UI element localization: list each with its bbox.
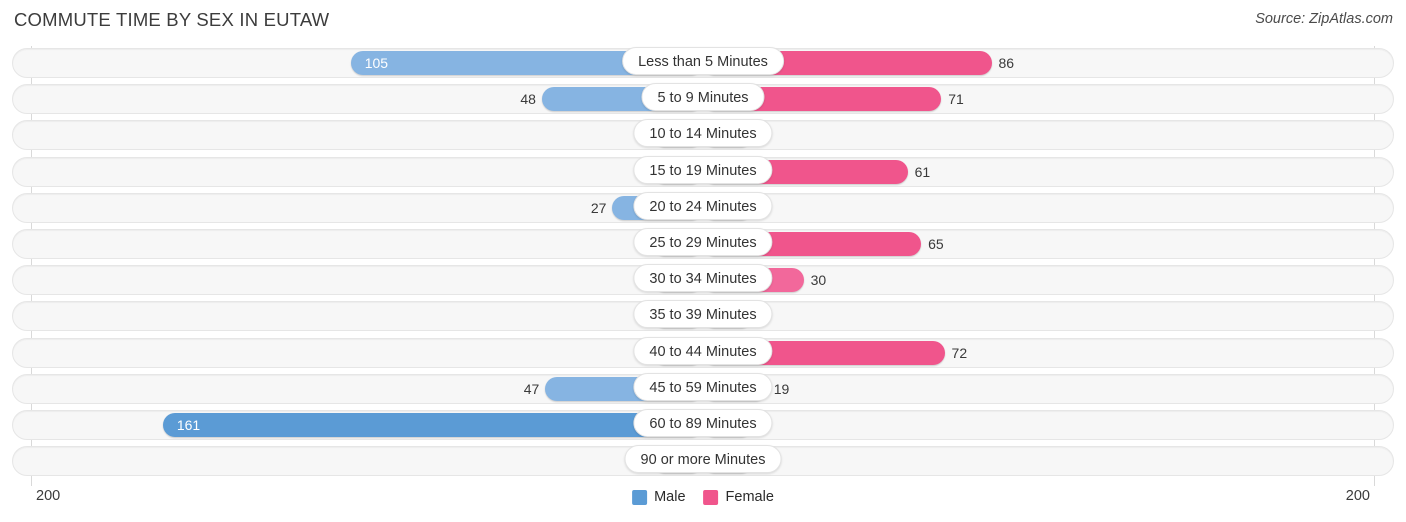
value-label-male: 105 bbox=[364, 55, 389, 71]
category-label: 60 to 89 Minutes bbox=[633, 408, 773, 437]
legend-swatch-icon bbox=[632, 489, 648, 505]
value-label-male: 48 bbox=[520, 91, 536, 108]
category-label: 30 to 34 Minutes bbox=[633, 264, 773, 293]
value-label-male: 161 bbox=[176, 416, 201, 433]
chart-row: 161060 to 89 Minutes bbox=[0, 408, 1406, 444]
bar-male bbox=[162, 412, 703, 437]
chart-row: 06115 to 19 Minutes bbox=[0, 155, 1406, 191]
category-label: 5 to 9 Minutes bbox=[641, 83, 765, 112]
category-label: 15 to 19 Minutes bbox=[633, 155, 773, 184]
chart-row: 105 86 Less than 5 Minutes bbox=[0, 46, 1406, 82]
chart-footer: 200 Male Female 200 bbox=[0, 484, 1406, 522]
value-label-female: 19 bbox=[773, 380, 790, 397]
value-label-male: 47 bbox=[523, 380, 540, 397]
category-label: Less than 5 Minutes bbox=[622, 47, 784, 75]
value-label-female: 72 bbox=[951, 344, 968, 361]
chart-row: 07240 to 44 Minutes bbox=[0, 336, 1406, 372]
chart-row: 0090 or more Minutes bbox=[0, 444, 1406, 480]
chart-row: 27020 to 24 Minutes bbox=[0, 191, 1406, 227]
chart-row: 33030 to 34 Minutes bbox=[0, 263, 1406, 299]
chart-row: 48 71 5 to 9 Minutes bbox=[0, 82, 1406, 118]
value-label-female: 30 bbox=[810, 272, 827, 289]
category-label: 45 to 59 Minutes bbox=[633, 372, 773, 401]
legend-label: Male bbox=[654, 489, 686, 505]
axis-max-left: 200 bbox=[36, 488, 61, 504]
chart-header: COMMUTE TIME BY SEX IN EUTAW Source: Zip… bbox=[0, 0, 1406, 40]
value-label-male: 27 bbox=[590, 199, 607, 216]
chart-plot-area: 105 86 Less than 5 Minutes 48 71 5 to 9 Minut… bbox=[0, 46, 1406, 486]
category-label: 10 to 14 Minutes bbox=[633, 119, 773, 148]
value-label-female: 61 bbox=[914, 163, 931, 180]
source-attribution: Source: ZipAtlas.com bbox=[1255, 11, 1393, 27]
value-label-female: 71 bbox=[948, 91, 964, 108]
category-label: 25 to 29 Minutes bbox=[633, 227, 773, 256]
legend-swatch-icon bbox=[703, 489, 719, 505]
legend-item[interactable]: Female bbox=[703, 489, 774, 505]
chart-row: 47 19 45 to 59 Minutes bbox=[0, 372, 1406, 408]
value-label-female: 86 bbox=[998, 55, 1015, 71]
chart-legend: Male Female bbox=[632, 489, 774, 505]
category-label: 40 to 44 Minutes bbox=[633, 336, 773, 365]
chart-row: 0010 to 14 Minutes bbox=[0, 118, 1406, 154]
legend-label: Female bbox=[725, 489, 774, 505]
category-label: 90 or more Minutes bbox=[624, 445, 782, 474]
category-label: 20 to 24 Minutes bbox=[633, 191, 773, 220]
page-title: COMMUTE TIME BY SEX IN EUTAW bbox=[14, 9, 330, 30]
legend-item[interactable]: Male bbox=[632, 489, 686, 505]
chart-row: 06525 to 29 Minutes bbox=[0, 227, 1406, 263]
value-label-female: 65 bbox=[928, 235, 944, 252]
axis-max-right: 200 bbox=[1345, 488, 1370, 504]
chart-row: 0035 to 39 Minutes bbox=[0, 299, 1406, 335]
category-label: 35 to 39 Minutes bbox=[633, 300, 773, 329]
